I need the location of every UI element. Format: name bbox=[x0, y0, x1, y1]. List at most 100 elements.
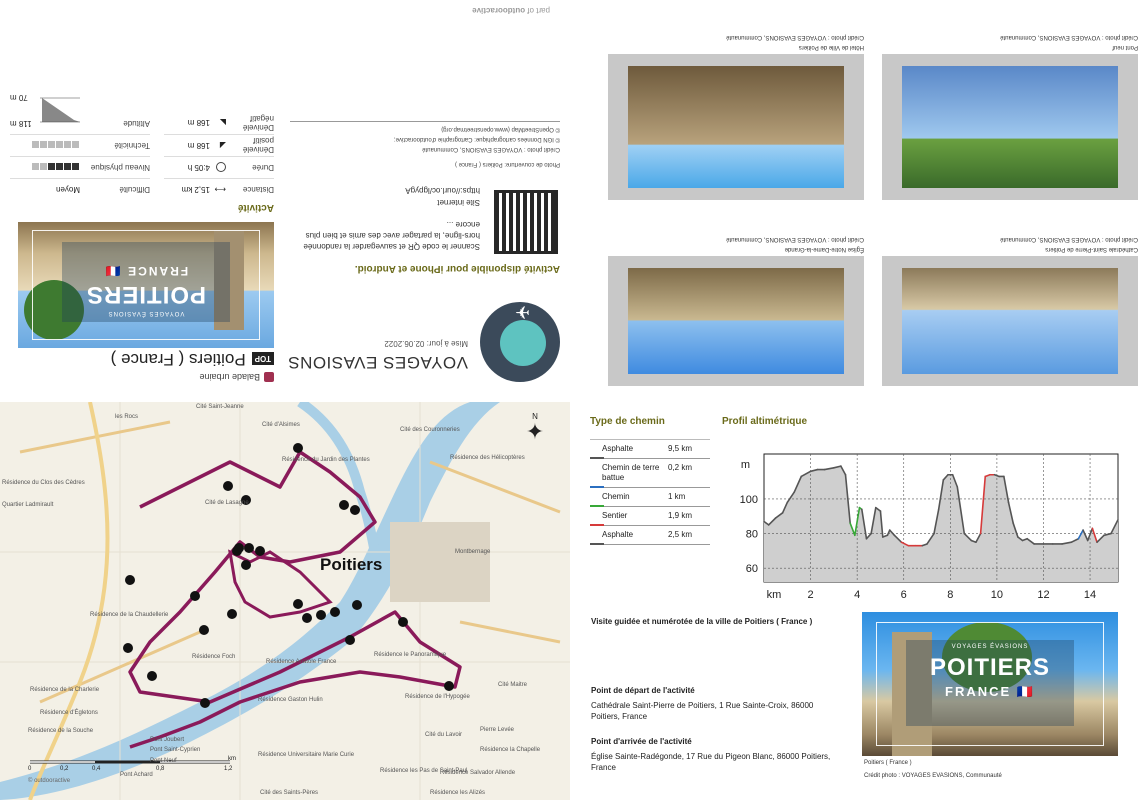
level-square bbox=[72, 163, 79, 171]
map-place-label: Résidence le Panoramique bbox=[374, 652, 447, 658]
brochure-page: part of outdooractive Balade urbaine TOP… bbox=[0, 0, 1140, 800]
map-poi-marker[interactable] bbox=[316, 610, 326, 620]
brand-name: VOYAGES EVASIONS bbox=[287, 353, 468, 372]
path-type-color bbox=[590, 543, 604, 545]
map-poi-marker[interactable] bbox=[398, 617, 408, 627]
path-type-row: Sentier 1,9 km bbox=[590, 507, 710, 526]
map-place-label: Cité des Couronneries bbox=[400, 427, 460, 433]
clock-icon bbox=[216, 162, 226, 173]
map-place-label: Cité de Lasagne bbox=[205, 500, 249, 506]
map-poi-marker[interactable] bbox=[293, 443, 303, 453]
map-poi-marker[interactable] bbox=[255, 546, 265, 556]
north-arrow: N ✦ bbox=[522, 412, 548, 452]
cover-photo-credit: Photo de couverture: Poitiers ( France ) bbox=[454, 161, 560, 167]
map-place-label: Résidence Anatole France bbox=[266, 659, 337, 665]
site-url[interactable]: https://ourl.oc/lgpygA bbox=[405, 186, 480, 195]
path-type-value: 1 km bbox=[668, 492, 686, 501]
start-point: Point de départ de l'activité Cathédrale… bbox=[591, 686, 841, 722]
map-poi-marker[interactable] bbox=[123, 643, 133, 653]
credit-pont-neuf: Crédit photo : VOYAGES EVASIONS, Communa… bbox=[1000, 34, 1138, 40]
map-poi-marker[interactable] bbox=[200, 698, 210, 708]
cover-title-box: VOYAGES ÉVASIONS POITIERS FRANCE 🇫🇷 bbox=[62, 242, 230, 322]
map-poi-marker[interactable] bbox=[339, 500, 349, 510]
map-place-label: Pierre Levée bbox=[480, 727, 515, 733]
cover-image: VOYAGES ÉVASIONS POITIERS FRANCE 🇫🇷 bbox=[18, 222, 274, 348]
map-place-label: Résidence de la Chaudellerie bbox=[90, 612, 169, 618]
map-place-label: Résidence des Hélicoptères bbox=[450, 455, 525, 461]
map-poi-marker[interactable] bbox=[199, 625, 209, 635]
y-axis-label: m bbox=[741, 459, 750, 471]
path-type-row: Asphalte 9,5 km bbox=[590, 440, 710, 459]
level-square bbox=[48, 141, 55, 149]
map-poi-marker[interactable] bbox=[147, 671, 157, 681]
map-poi-marker[interactable] bbox=[190, 591, 200, 601]
photos-panel: Cathédrale Saint-Pierre de Poitiers Créd… bbox=[586, 0, 1140, 400]
map-poi-marker[interactable] bbox=[350, 505, 360, 515]
level-square bbox=[72, 141, 79, 149]
photo-pont-neuf bbox=[902, 66, 1118, 188]
plane-icon: ✈ bbox=[514, 302, 530, 322]
map-poi-marker[interactable] bbox=[444, 681, 454, 691]
x-tick-label: 4 bbox=[854, 589, 860, 601]
elevation-panel: Profil altimétrique 60 80 100 2 4 6 8 10 12 14 m km bbox=[722, 416, 1132, 601]
path-type-label: Chemin bbox=[602, 492, 630, 501]
map-poi-marker[interactable] bbox=[345, 635, 355, 645]
map-place-label: Résidence Gaston Hulin bbox=[258, 697, 323, 703]
map-city-label: Poitiers bbox=[320, 555, 383, 574]
map-place-label: Résidence Universitaire Marie Curie bbox=[258, 752, 355, 758]
map-place-label: Résidence Salvador Allende bbox=[440, 770, 516, 776]
app-heading: Activité disponible pour iPhone et Andro… bbox=[354, 263, 560, 274]
map-poi-marker[interactable] bbox=[241, 560, 251, 570]
map-poi-marker[interactable] bbox=[293, 599, 303, 609]
map-place-label: Résidence les Alizés bbox=[430, 790, 486, 796]
globe-icon bbox=[500, 320, 546, 366]
path-type-label: Asphalte bbox=[602, 530, 634, 539]
end-point: Point d'arrivée de l'activité Église Sai… bbox=[591, 737, 841, 773]
activity-title: TOP Poitiers ( France ) bbox=[111, 349, 274, 369]
map-poi-marker[interactable] bbox=[125, 575, 135, 585]
photo-card-hotel-de-ville bbox=[608, 54, 864, 200]
map-place-label: Cité des Saints-Pères bbox=[260, 790, 319, 796]
elevation-chart: 60 80 100 2 4 6 8 10 12 14 m km bbox=[740, 453, 1119, 601]
map-place-label: Cité d'Alsimes bbox=[262, 422, 300, 428]
path-type-label: Sentier bbox=[602, 511, 628, 520]
end-heading: Point d'arrivée de l'activité bbox=[591, 737, 692, 746]
bottom-photo-caption: Poitiers ( France ) bbox=[864, 760, 912, 766]
x-tick-label: 2 bbox=[808, 589, 814, 601]
path-types-heading: Type de chemin bbox=[590, 416, 665, 427]
level-square bbox=[64, 141, 71, 149]
path-type-value: 2,5 km bbox=[668, 530, 693, 539]
path-type-row: Chemin de terre battue 0,2 km bbox=[590, 459, 710, 488]
compass-icon: ✦ bbox=[525, 419, 545, 444]
map-place-label: Pont Joubert bbox=[150, 737, 185, 743]
map-poi-marker[interactable] bbox=[330, 607, 340, 617]
start-heading: Point de départ de l'activité bbox=[591, 686, 695, 695]
map-scale: 0 0,2 0,4 0,8 1,2 km bbox=[28, 756, 236, 772]
activity-type: Balade urbaine bbox=[199, 372, 274, 382]
photo-credit: Crédit photo : VOYAGES EVASIONS, Communa… bbox=[422, 146, 560, 152]
map-place-label: Résidence Foch bbox=[192, 654, 236, 660]
osm-credit: © OpenStreetMap (www.openstreetmap.org) bbox=[441, 126, 560, 132]
photo-card-notre-dame bbox=[608, 256, 864, 386]
map-poi-marker[interactable] bbox=[227, 609, 237, 619]
route-map[interactable]: Poitiers les Rocs Cité Saint-Jeanne Cité d… bbox=[0, 402, 570, 800]
map-poi-marker[interactable] bbox=[223, 481, 233, 491]
stats-left-col: Difficulté Moyen Niveau physique Technic… bbox=[10, 84, 150, 200]
map-poi-marker[interactable] bbox=[234, 543, 244, 553]
bottom-cover-image: VOYAGES ÉVASIONS POITIERS FRANCE 🇫🇷 bbox=[862, 612, 1118, 756]
caption-pont-neuf: Pont neuf bbox=[1112, 44, 1138, 50]
start-address: Cathédrale Saint-Pierre de Poitiers, 1 R… bbox=[591, 701, 814, 721]
map-place-label: Montbernage bbox=[455, 549, 491, 555]
path-type-row: Asphalte 2,5 km bbox=[590, 526, 710, 545]
map-poi-marker[interactable] bbox=[302, 613, 312, 623]
map-place-label: Pont Saint-Cyprien bbox=[150, 747, 201, 753]
level-square bbox=[32, 163, 39, 171]
level-square bbox=[56, 163, 63, 171]
map-place-label: Pont Neuf bbox=[150, 758, 177, 764]
path-type-label: Asphalte bbox=[602, 444, 634, 453]
stats-right-col: Distance ⟷ 15,2 km Durée 4:05 h Dénivelé… bbox=[164, 112, 274, 200]
map-poi-marker[interactable] bbox=[352, 600, 362, 610]
map-credit: © outdooractive bbox=[28, 778, 71, 784]
map-poi-marker[interactable] bbox=[244, 543, 254, 553]
map-place-label: Résidence de la Souche bbox=[28, 728, 94, 734]
